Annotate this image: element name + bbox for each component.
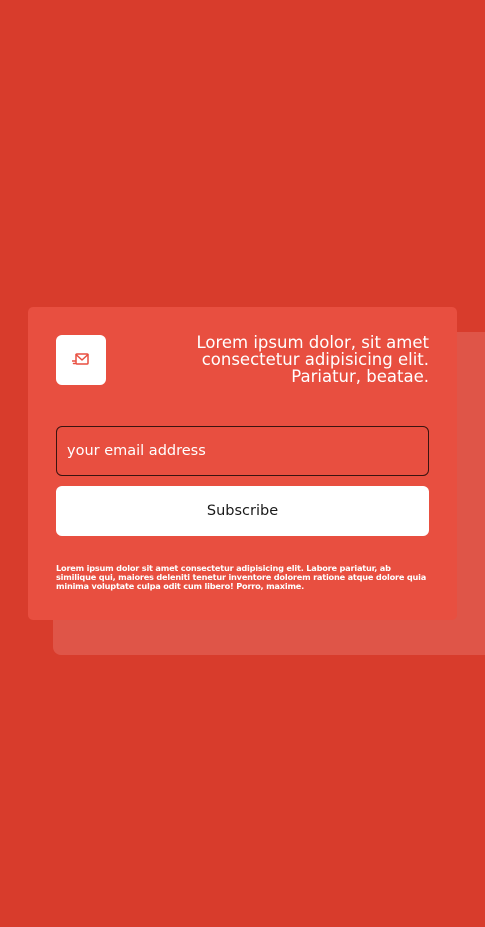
icon-container (56, 335, 106, 385)
mail-send-icon (72, 353, 90, 367)
subscribe-button[interactable]: Subscribe (56, 486, 429, 536)
subscribe-card: Lorem ipsum dolor, sit amet consectetur … (28, 307, 457, 620)
headline: Lorem ipsum dolor, sit amet consectetur … (196, 333, 429, 386)
fine-print: Lorem ipsum dolor sit amet consectetur a… (56, 563, 427, 591)
email-input[interactable] (56, 426, 429, 476)
